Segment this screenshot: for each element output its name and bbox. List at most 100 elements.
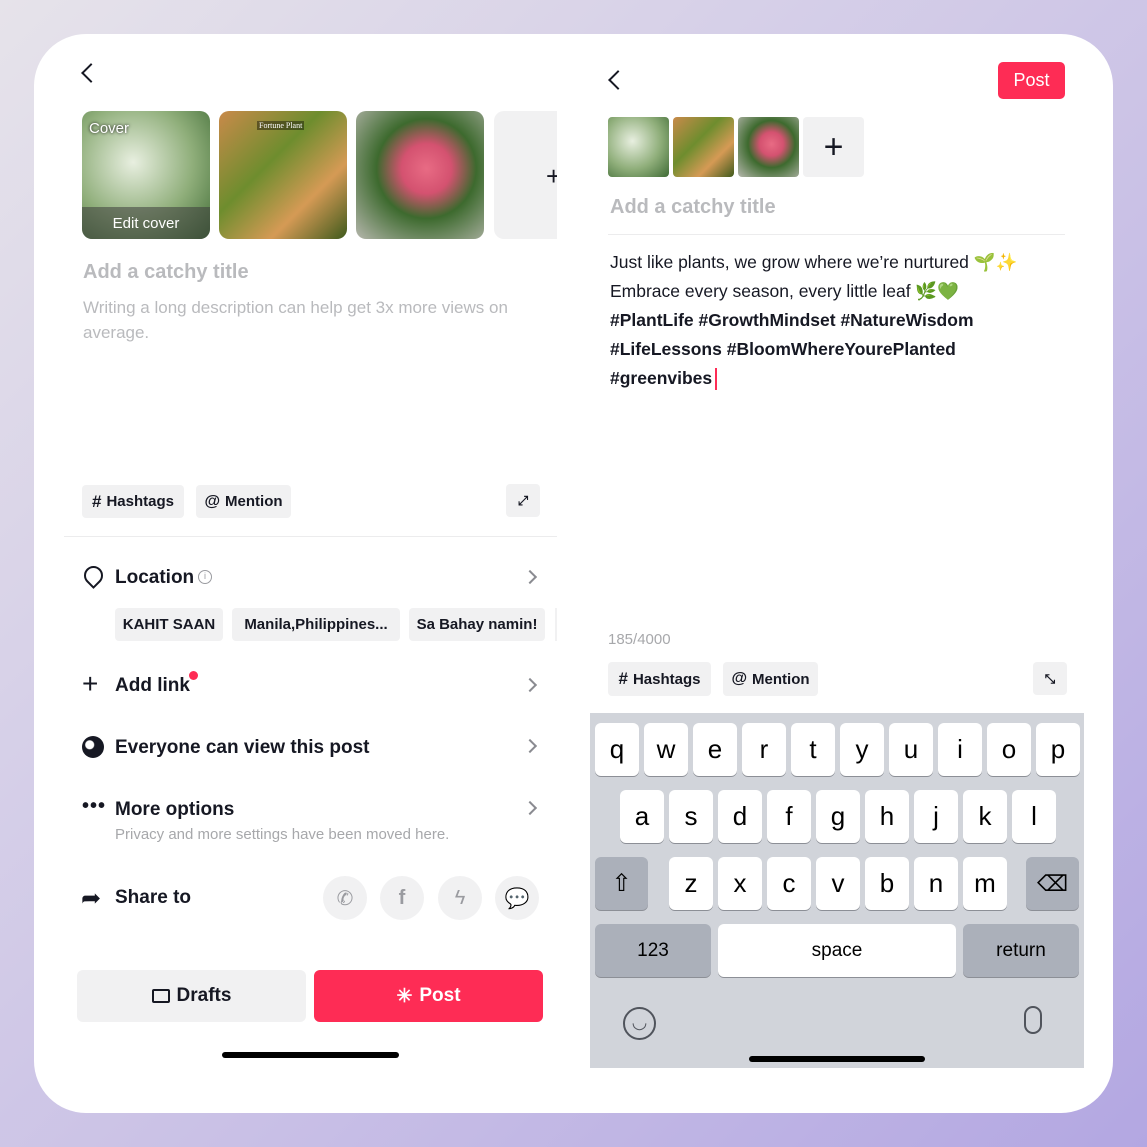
whatsapp-icon[interactable]: ✆: [323, 876, 367, 920]
share-arrow-icon: ➦: [81, 885, 102, 912]
photo-thumbnail[interactable]: [738, 117, 799, 177]
location-row[interactable]: Location: [115, 567, 194, 589]
location-chip[interactable]: KAHIT SAAN: [115, 608, 223, 641]
info-icon: i: [198, 570, 212, 584]
more-options-subtitle: Privacy and more settings have been move…: [115, 826, 450, 843]
divider: [608, 234, 1065, 235]
hashtags-label: Hashtags: [632, 670, 701, 688]
emoji-icon[interactable]: ◡: [623, 1007, 656, 1040]
add-photo-button[interactable]: +: [494, 111, 557, 239]
messenger-icon[interactable]: ϟ: [438, 876, 482, 920]
key-x[interactable]: x: [718, 857, 762, 910]
notification-dot: [189, 671, 198, 680]
sparkle-icon: ✳: [396, 985, 413, 1007]
key-k[interactable]: k: [963, 790, 1007, 843]
key-a[interactable]: a: [620, 790, 664, 843]
key-e[interactable]: e: [693, 723, 737, 776]
key-q[interactable]: q: [595, 723, 639, 776]
backspace-key[interactable]: ⌫: [1026, 857, 1079, 910]
mention-button[interactable]: @ Mention: [196, 485, 291, 518]
numbers-key[interactable]: 123: [595, 924, 711, 977]
more-options-row[interactable]: More options: [115, 799, 234, 821]
caption-line: Embrace every season, every little leaf …: [610, 281, 959, 301]
cover-label: Cover: [89, 120, 130, 137]
key-o[interactable]: o: [987, 723, 1031, 776]
add-photo-button[interactable]: +: [803, 117, 864, 177]
home-indicator: [222, 1052, 399, 1058]
photo-thumbnail[interactable]: [608, 117, 669, 177]
expand-button[interactable]: ⤢: [506, 484, 540, 517]
drafts-button[interactable]: Drafts: [77, 970, 306, 1022]
caption-hashtags: #LifeLessons #BloomWhereYourePlanted: [610, 339, 956, 359]
collapse-button[interactable]: ⤡: [1033, 662, 1067, 695]
post-button-top[interactable]: Post: [998, 62, 1065, 99]
plus-icon: +: [82, 668, 99, 699]
key-d[interactable]: d: [718, 790, 762, 843]
key-t[interactable]: t: [791, 723, 835, 776]
hashtags-label: Hashtags: [106, 493, 174, 510]
at-icon: @: [731, 670, 748, 687]
share-to-label: Share to: [115, 887, 192, 908]
edit-cover-button[interactable]: Edit cover: [82, 207, 210, 239]
photo-thumbnail[interactable]: [673, 117, 734, 177]
text-cursor: [715, 367, 718, 390]
key-u[interactable]: u: [889, 723, 933, 776]
key-v[interactable]: v: [816, 857, 860, 910]
key-l[interactable]: l: [1012, 790, 1056, 843]
key-n[interactable]: n: [914, 857, 958, 910]
plus-icon: +: [546, 161, 557, 191]
key-g[interactable]: g: [816, 790, 860, 843]
space-key[interactable]: space: [718, 924, 956, 977]
photo-thumbnail[interactable]: [356, 111, 484, 239]
hashtags-button[interactable]: # Hashtags: [608, 662, 711, 696]
mention-label: Mention: [752, 670, 810, 688]
at-icon: @: [204, 492, 221, 510]
more-dots-icon: •••: [82, 795, 107, 817]
add-link-row[interactable]: Add link: [115, 675, 190, 697]
hashtags-button[interactable]: # Hashtags: [82, 485, 184, 518]
title-input[interactable]: Add a catchy title: [83, 261, 249, 284]
character-count: 185/4000: [608, 631, 671, 648]
key-c[interactable]: c: [767, 857, 811, 910]
location-chip-overflow[interactable]: [555, 608, 557, 641]
key-w[interactable]: w: [644, 723, 688, 776]
photo-thumbnail[interactable]: Fortune Plant: [219, 111, 347, 239]
post-button[interactable]: ✳ Post: [314, 970, 543, 1022]
key-i[interactable]: i: [938, 723, 982, 776]
key-f[interactable]: f: [767, 790, 811, 843]
description-input[interactable]: Writing a long description can help get …: [83, 295, 553, 345]
cover-thumbnail[interactable]: Cover Edit cover: [82, 111, 210, 239]
key-s[interactable]: s: [669, 790, 713, 843]
location-chip[interactable]: Manila,Philippines...: [232, 608, 400, 641]
post-label: Post: [419, 985, 461, 1006]
key-j[interactable]: j: [914, 790, 958, 843]
key-z[interactable]: z: [669, 857, 713, 910]
drafts-icon: [151, 989, 170, 1003]
key-h[interactable]: h: [865, 790, 909, 843]
visibility-row[interactable]: Everyone can view this post: [115, 737, 369, 759]
microphone-icon[interactable]: [1024, 1006, 1042, 1034]
key-r[interactable]: r: [742, 723, 786, 776]
key-m[interactable]: m: [963, 857, 1007, 910]
facebook-icon[interactable]: f: [380, 876, 424, 920]
caption-hashtags: #PlantLife #GrowthMindset #NatureWisdom: [610, 310, 974, 330]
key-p[interactable]: p: [1036, 723, 1080, 776]
key-y[interactable]: y: [840, 723, 884, 776]
return-key[interactable]: return: [963, 924, 1079, 977]
shift-key[interactable]: ⇧: [595, 857, 648, 910]
divider: [64, 536, 557, 537]
mention-button[interactable]: @ Mention: [723, 662, 818, 696]
caption-input[interactable]: Just like plants, we grow where we’re nu…: [610, 248, 1017, 393]
home-indicator: [749, 1056, 925, 1062]
key-b[interactable]: b: [865, 857, 909, 910]
globe-icon: [82, 736, 104, 758]
hash-icon: #: [92, 491, 102, 511]
drafts-label: Drafts: [176, 985, 232, 1006]
message-icon[interactable]: 💬: [495, 876, 539, 920]
caption-line: Just like plants, we grow where we’re nu…: [610, 252, 1018, 272]
location-chip[interactable]: Sa Bahay namin!: [409, 608, 545, 641]
hash-icon: #: [618, 669, 628, 688]
mention-label: Mention: [225, 493, 283, 510]
title-input[interactable]: Add a catchy title: [610, 196, 776, 219]
caption-hashtags: #greenvibes: [610, 368, 713, 388]
